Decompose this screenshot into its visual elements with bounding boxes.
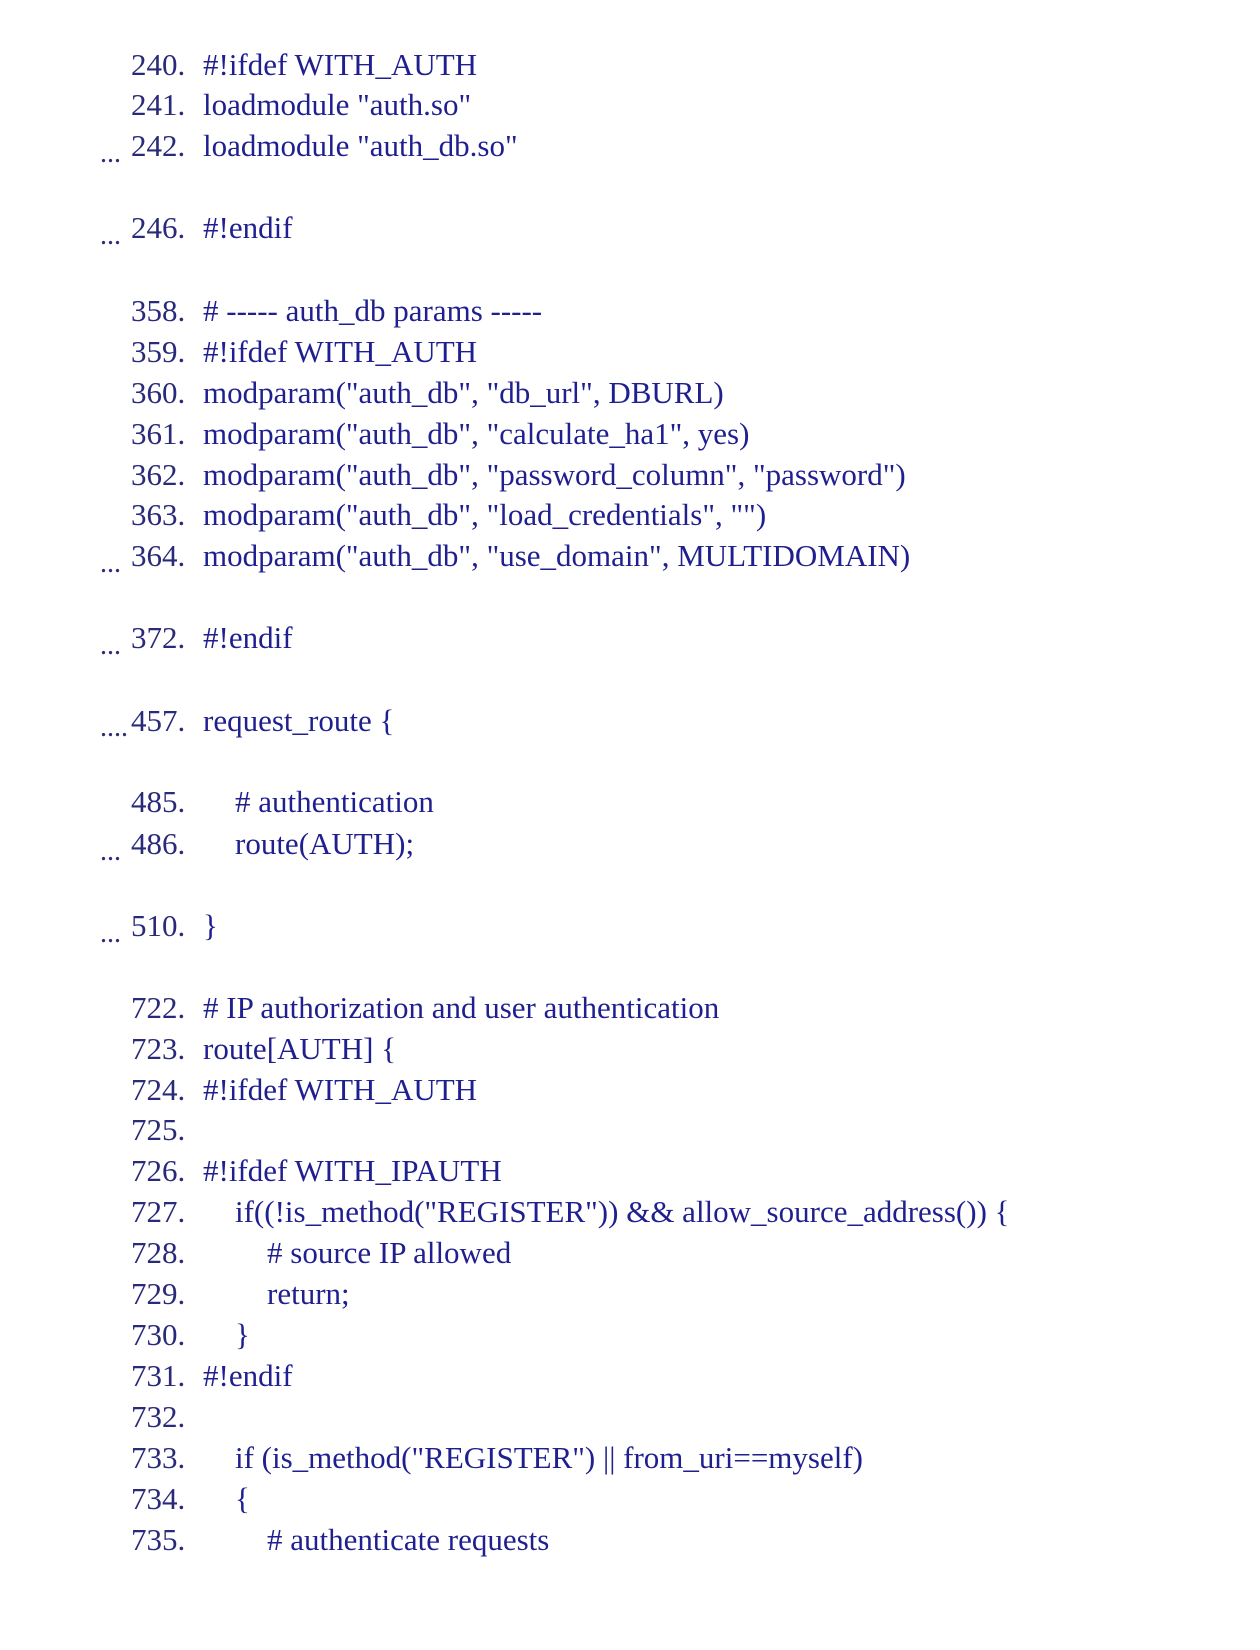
code-line: 240. #!ifdef WITH_AUTH — [100, 5, 477, 82]
code-text: route(AUTH); — [235, 826, 415, 861]
code-text: #!ifdef WITH_AUTH — [203, 1072, 478, 1107]
ellipsis-gap: ... — [100, 548, 121, 579]
code-text: #!endif — [203, 620, 293, 655]
code-text: request_route { — [203, 703, 395, 738]
code-line: 730.} — [100, 1275, 250, 1352]
line-number: 457. — [131, 703, 186, 738]
code-text: # authenticate requests — [267, 1522, 550, 1557]
code-text: } — [203, 908, 218, 943]
code-text: loadmodule "auth_db.so" — [203, 128, 518, 163]
code-line: 361. modparam("auth_db", "calculate_ha1",… — [100, 374, 749, 451]
code-text: #!endif — [203, 1358, 293, 1393]
ellipsis-gap: ... — [100, 918, 121, 949]
code-line: 510.} — [100, 866, 218, 943]
code-line: 241. loadmodule "auth.so" — [100, 45, 471, 122]
code-line: 724. #!ifdef WITH_AUTH — [100, 1030, 477, 1107]
code-line: 723. route[AUTH] { — [100, 989, 396, 1066]
ellipsis-gap: ... — [100, 836, 121, 867]
code-line: 457. request_route { — [100, 661, 394, 738]
ellipsis-gap: .... — [100, 712, 128, 743]
code-line: 360. modparam("auth_db", "db_url", DBURL) — [100, 333, 724, 410]
code-line: 486. route(AUTH); — [100, 784, 414, 861]
code-line: 372. #!endif — [100, 578, 293, 655]
code-line: 734.{ — [100, 1439, 250, 1516]
code-text: modparam("auth_db", "use_domain", MULTID… — [203, 538, 911, 573]
line-number: 486. — [131, 826, 186, 861]
code-line: 242. loadmodule "auth_db.so" — [100, 86, 518, 163]
code-line: 485. # authentication — [100, 742, 434, 819]
ellipsis-gap: ... — [100, 138, 121, 169]
code-text: if (is_method("REGISTER") || from_uri==m… — [235, 1440, 864, 1475]
code-line: 246. #!endif — [100, 168, 293, 245]
code-line: 731. #!endif — [100, 1316, 293, 1393]
code-line: 725. — [100, 1070, 203, 1147]
line-number: 364. — [131, 538, 186, 573]
code-line: 362. modparam("auth_db", "password_column… — [100, 415, 906, 492]
code-line: 735. # authenticate requests — [100, 1480, 549, 1557]
code-line: 728. # source IP allowed — [100, 1193, 511, 1270]
code-line: 364. modparam("auth_db", "use_domain", MU… — [100, 496, 910, 573]
code-line: 729. return; — [100, 1234, 350, 1311]
line-number: 246. — [131, 210, 186, 245]
code-line: 722. # IP authorization and user authenti… — [100, 948, 719, 1025]
code-line: 727. if((!is_method("REGISTER")) && allow… — [100, 1152, 1010, 1229]
code-line: 733. if (is_method("REGISTER") || from_ur… — [100, 1398, 863, 1475]
code-line: 363. modparam("auth_db", "load_credential… — [100, 455, 766, 532]
code-line: 726. #!ifdef WITH_IPAUTH — [100, 1111, 502, 1188]
code-line: 358. # ----- auth_db params ----- — [100, 251, 542, 328]
code-line: 732. — [100, 1357, 203, 1434]
code-text: #!endif — [203, 210, 293, 245]
line-number: 510. — [131, 908, 186, 943]
line-number: 735. — [131, 1522, 186, 1557]
code-line: 359. #!ifdef WITH_AUTH — [100, 292, 477, 369]
line-number: 372. — [131, 620, 186, 655]
line-number: 242. — [131, 128, 186, 163]
ellipsis-gap: ... — [100, 220, 121, 251]
ellipsis-gap: ... — [100, 630, 121, 661]
